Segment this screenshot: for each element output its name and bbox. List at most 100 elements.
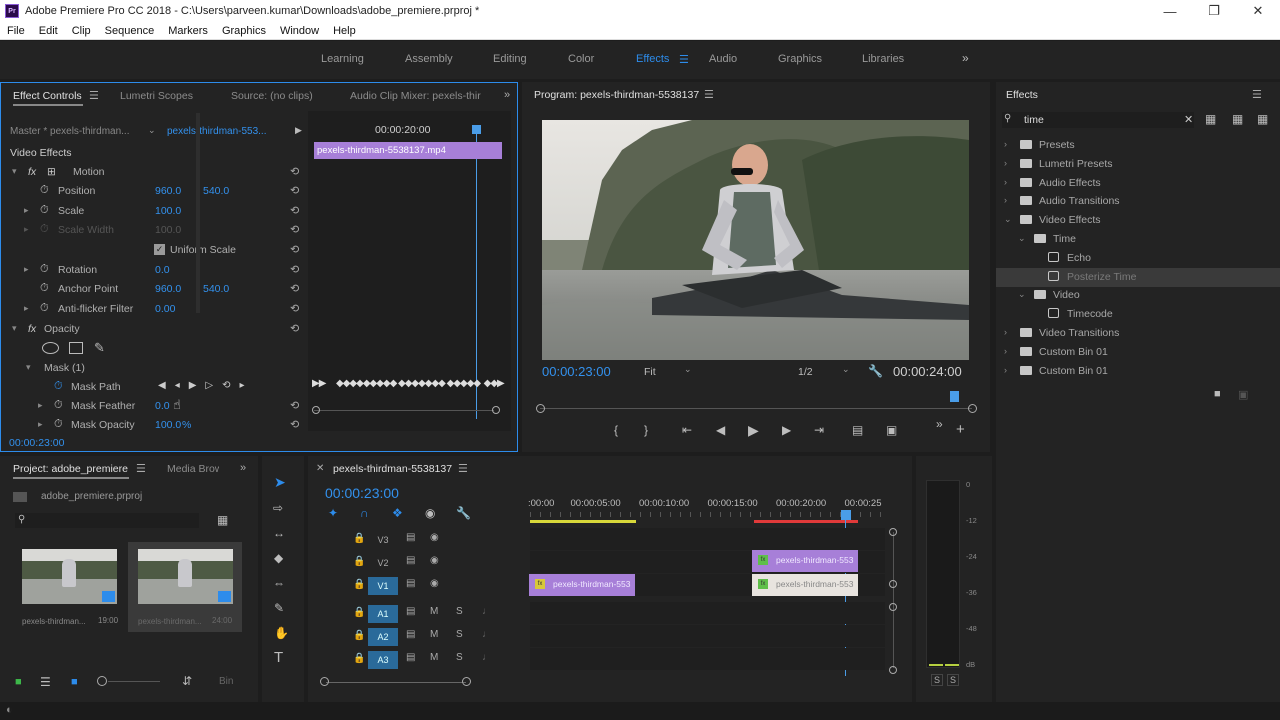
ec-zoom-track[interactable] (314, 410, 494, 411)
stopwatch-icon[interactable]: ⏱ (40, 204, 49, 217)
nest-toggle-icon[interactable]: ✦ (328, 507, 338, 519)
scale-value[interactable]: 100.0 (155, 205, 181, 217)
panel-menu-icon[interactable]: ☰ (704, 88, 714, 101)
menu-file[interactable]: File (0, 25, 32, 37)
vscroll-handle[interactable] (889, 580, 897, 588)
delete-icon[interactable]: ▣ (1238, 388, 1248, 401)
add-marker-icon[interactable]: ◉ (425, 507, 435, 519)
solo-button[interactable]: S (456, 652, 463, 663)
mute-button[interactable]: M (430, 629, 438, 640)
reset-icon[interactable]: ⟲ (290, 322, 299, 335)
track-target-button[interactable]: A1 (368, 605, 398, 623)
work-area-bar[interactable] (530, 520, 636, 523)
hscroll-handle-right[interactable] (462, 677, 471, 686)
maximize-button[interactable]: ❐ (1192, 0, 1236, 22)
timeline-clip-v2[interactable]: fx pexels-thirdman-553 (752, 550, 858, 572)
track-lane[interactable] (530, 602, 885, 624)
workspace-libraries[interactable]: Libraries (862, 53, 904, 65)
menu-sequence[interactable]: Sequence (98, 25, 162, 37)
chevron-down-icon[interactable]: ⌄ (1018, 289, 1026, 300)
list-view-icon[interactable]: ☰ (40, 675, 51, 689)
expand-arrow-icon[interactable]: ▾ (12, 166, 17, 177)
workspace-editing[interactable]: Editing (493, 53, 527, 65)
mask-track-controls[interactable]: ◀◂▶▷⟲▸ (158, 380, 254, 391)
mark-in-icon[interactable]: { (614, 424, 618, 436)
more-panels-icon[interactable]: » (504, 89, 510, 101)
ellipse-mask-icon[interactable] (42, 342, 59, 354)
microphone-icon[interactable]: ♩ (482, 606, 492, 617)
expand-arrow-icon[interactable]: ▸ (24, 205, 29, 216)
sort-icon[interactable]: ⇵ (182, 674, 192, 688)
linked-selection-icon[interactable]: ❖ (392, 507, 403, 519)
reset-icon[interactable]: ⟲ (290, 243, 299, 256)
reset-icon[interactable]: ⟲ (290, 184, 299, 197)
pen-tool-icon[interactable]: ✎ (274, 602, 284, 614)
chevron-right-icon[interactable]: › (1004, 346, 1007, 356)
zoom-slider-track[interactable] (108, 681, 160, 682)
track-lane[interactable] (530, 528, 885, 550)
anti-flicker-value[interactable]: 0.00 (155, 303, 175, 315)
close-window-button[interactable]: ✕ (1236, 0, 1280, 22)
effects-tree-item[interactable]: Timecode (996, 305, 1280, 324)
reset-icon[interactable]: ⟲ (290, 302, 299, 315)
workspace-color[interactable]: Color (568, 53, 594, 65)
solo-left-button[interactable]: S (931, 674, 944, 686)
track-lock-icon[interactable]: 🔒 (353, 607, 365, 618)
scrubber-start-handle[interactable] (536, 404, 545, 413)
chevron-right-icon[interactable]: › (1004, 365, 1007, 375)
track-lock-icon[interactable]: 🔒 (353, 653, 365, 664)
expand-arrow-icon[interactable]: ▸ (24, 264, 29, 275)
yuv-effects-icon[interactable]: ▦ (1257, 112, 1268, 126)
effects-tree-item[interactable]: ⌄ Video Effects (996, 211, 1280, 230)
track-select-tool-icon[interactable]: ⇨ (273, 502, 283, 514)
chevron-right-icon[interactable]: › (1004, 158, 1007, 168)
chevron-down-icon[interactable]: ⌄ (684, 364, 692, 375)
track-lock-icon[interactable]: 🔒 (353, 630, 365, 641)
effects-search-input[interactable]: time (1024, 114, 1044, 126)
opacity-row[interactable]: ▾ fx Opacity ⟲ (1, 320, 308, 339)
sequence-clip-label[interactable]: pexels-thirdman-553... (167, 126, 267, 137)
new-bin-label[interactable]: Bin (219, 676, 233, 687)
position-x-value[interactable]: 960.0 (155, 185, 181, 197)
chevron-right-icon[interactable]: › (1004, 139, 1007, 149)
timeline-timecode[interactable]: 00:00:23:00 (325, 485, 399, 501)
toggle-sync-lock-icon[interactable]: ▤ (406, 606, 415, 617)
panel-menu-icon[interactable]: ☰ (458, 462, 468, 475)
expand-arrow-icon[interactable]: ▸ (38, 419, 43, 430)
new-search-bin-icon[interactable]: ▦ (217, 513, 228, 527)
eye-icon[interactable]: ◉ (430, 555, 439, 566)
chevron-down-icon[interactable]: ⌄ (1018, 233, 1026, 244)
rotation-value[interactable]: 0.0 (155, 264, 170, 276)
program-video-frame[interactable] (542, 120, 969, 360)
effects-tree-item[interactable]: › Custom Bin 01 (996, 362, 1280, 381)
play-icon[interactable]: ▶ (748, 423, 759, 437)
effects-tree-item[interactable]: ⌄ Video (996, 286, 1280, 305)
menu-clip[interactable]: Clip (65, 25, 98, 37)
effects-tree-item[interactable]: Posterize Time (996, 267, 1280, 287)
timeline-clip-v1-b[interactable]: fx pexels-thirdman-553 (752, 574, 858, 596)
program-monitor-title[interactable]: Program: pexels-thirdman-5538137 (534, 89, 699, 101)
chevron-down-icon[interactable]: ⌄ (842, 364, 850, 375)
effects-tree-item[interactable]: › Audio Effects (996, 174, 1280, 193)
vscroll-handle[interactable] (889, 666, 897, 674)
expand-arrow-icon[interactable]: ▾ (26, 362, 31, 373)
ec-clip-bar[interactable]: pexels-thirdman-5538137.mp4 (314, 142, 502, 159)
expand-arrow-icon[interactable]: ▾ (12, 323, 17, 334)
go-to-in-icon[interactable]: ⇤ (682, 424, 692, 436)
fit-dropdown[interactable]: Fit (644, 366, 656, 378)
menu-markers[interactable]: Markers (161, 25, 215, 37)
track-lock-icon[interactable]: 🔒 (353, 533, 365, 544)
selection-tool-icon[interactable]: ➤ (274, 475, 286, 489)
reset-icon[interactable]: ⟲ (290, 223, 299, 236)
timeline-clip-v1-a[interactable]: fx pexels-thirdman-553 (529, 574, 635, 596)
tab-effect-controls[interactable]: Effect Controls (13, 90, 82, 102)
effects-search-box[interactable]: ⚲ time ✕ (1002, 112, 1194, 128)
ripple-edit-tool-icon[interactable]: ↔ (273, 527, 285, 539)
menu-graphics[interactable]: Graphics (215, 25, 273, 37)
stopwatch-icon[interactable]: ⏱ (40, 302, 49, 315)
more-controls-icon[interactable]: » (936, 418, 943, 430)
chevron-down-icon[interactable]: ⌄ (1004, 214, 1012, 225)
tab-source[interactable]: Source: (no clips) (231, 90, 313, 102)
track-lock-icon[interactable]: 🔒 (353, 579, 365, 590)
stopwatch-icon[interactable]: ⏱ (40, 263, 49, 276)
